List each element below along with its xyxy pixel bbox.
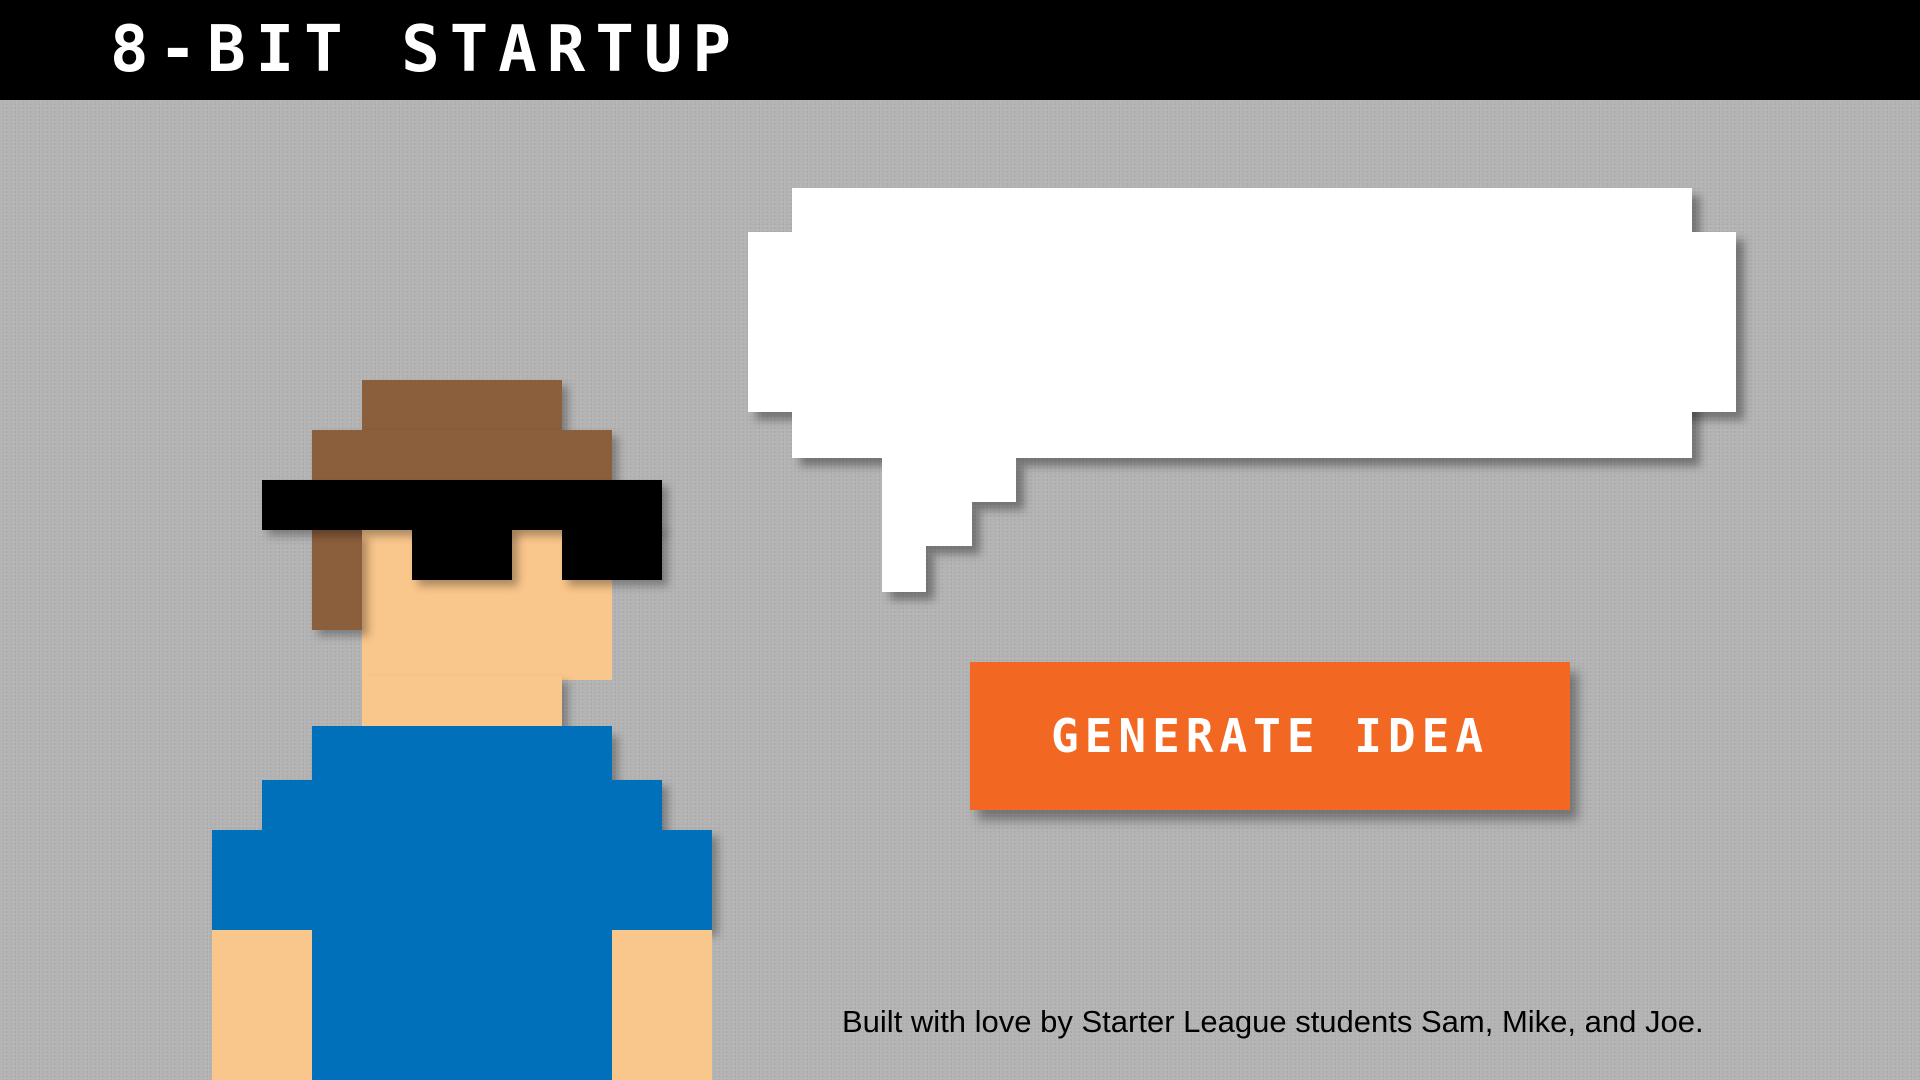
idea-text [792, 230, 1682, 420]
pixel-character-illustration [0, 0, 1920, 1080]
generate-idea-button[interactable]: GENERATE IDEA [970, 662, 1570, 810]
credit-text: Built with love by Starter League studen… [842, 1004, 1704, 1039]
header-bar: 8-BIT STARTUP [0, 0, 1920, 100]
site-title[interactable]: 8-BIT STARTUP [110, 14, 741, 86]
speech-bubble [0, 0, 1920, 1080]
